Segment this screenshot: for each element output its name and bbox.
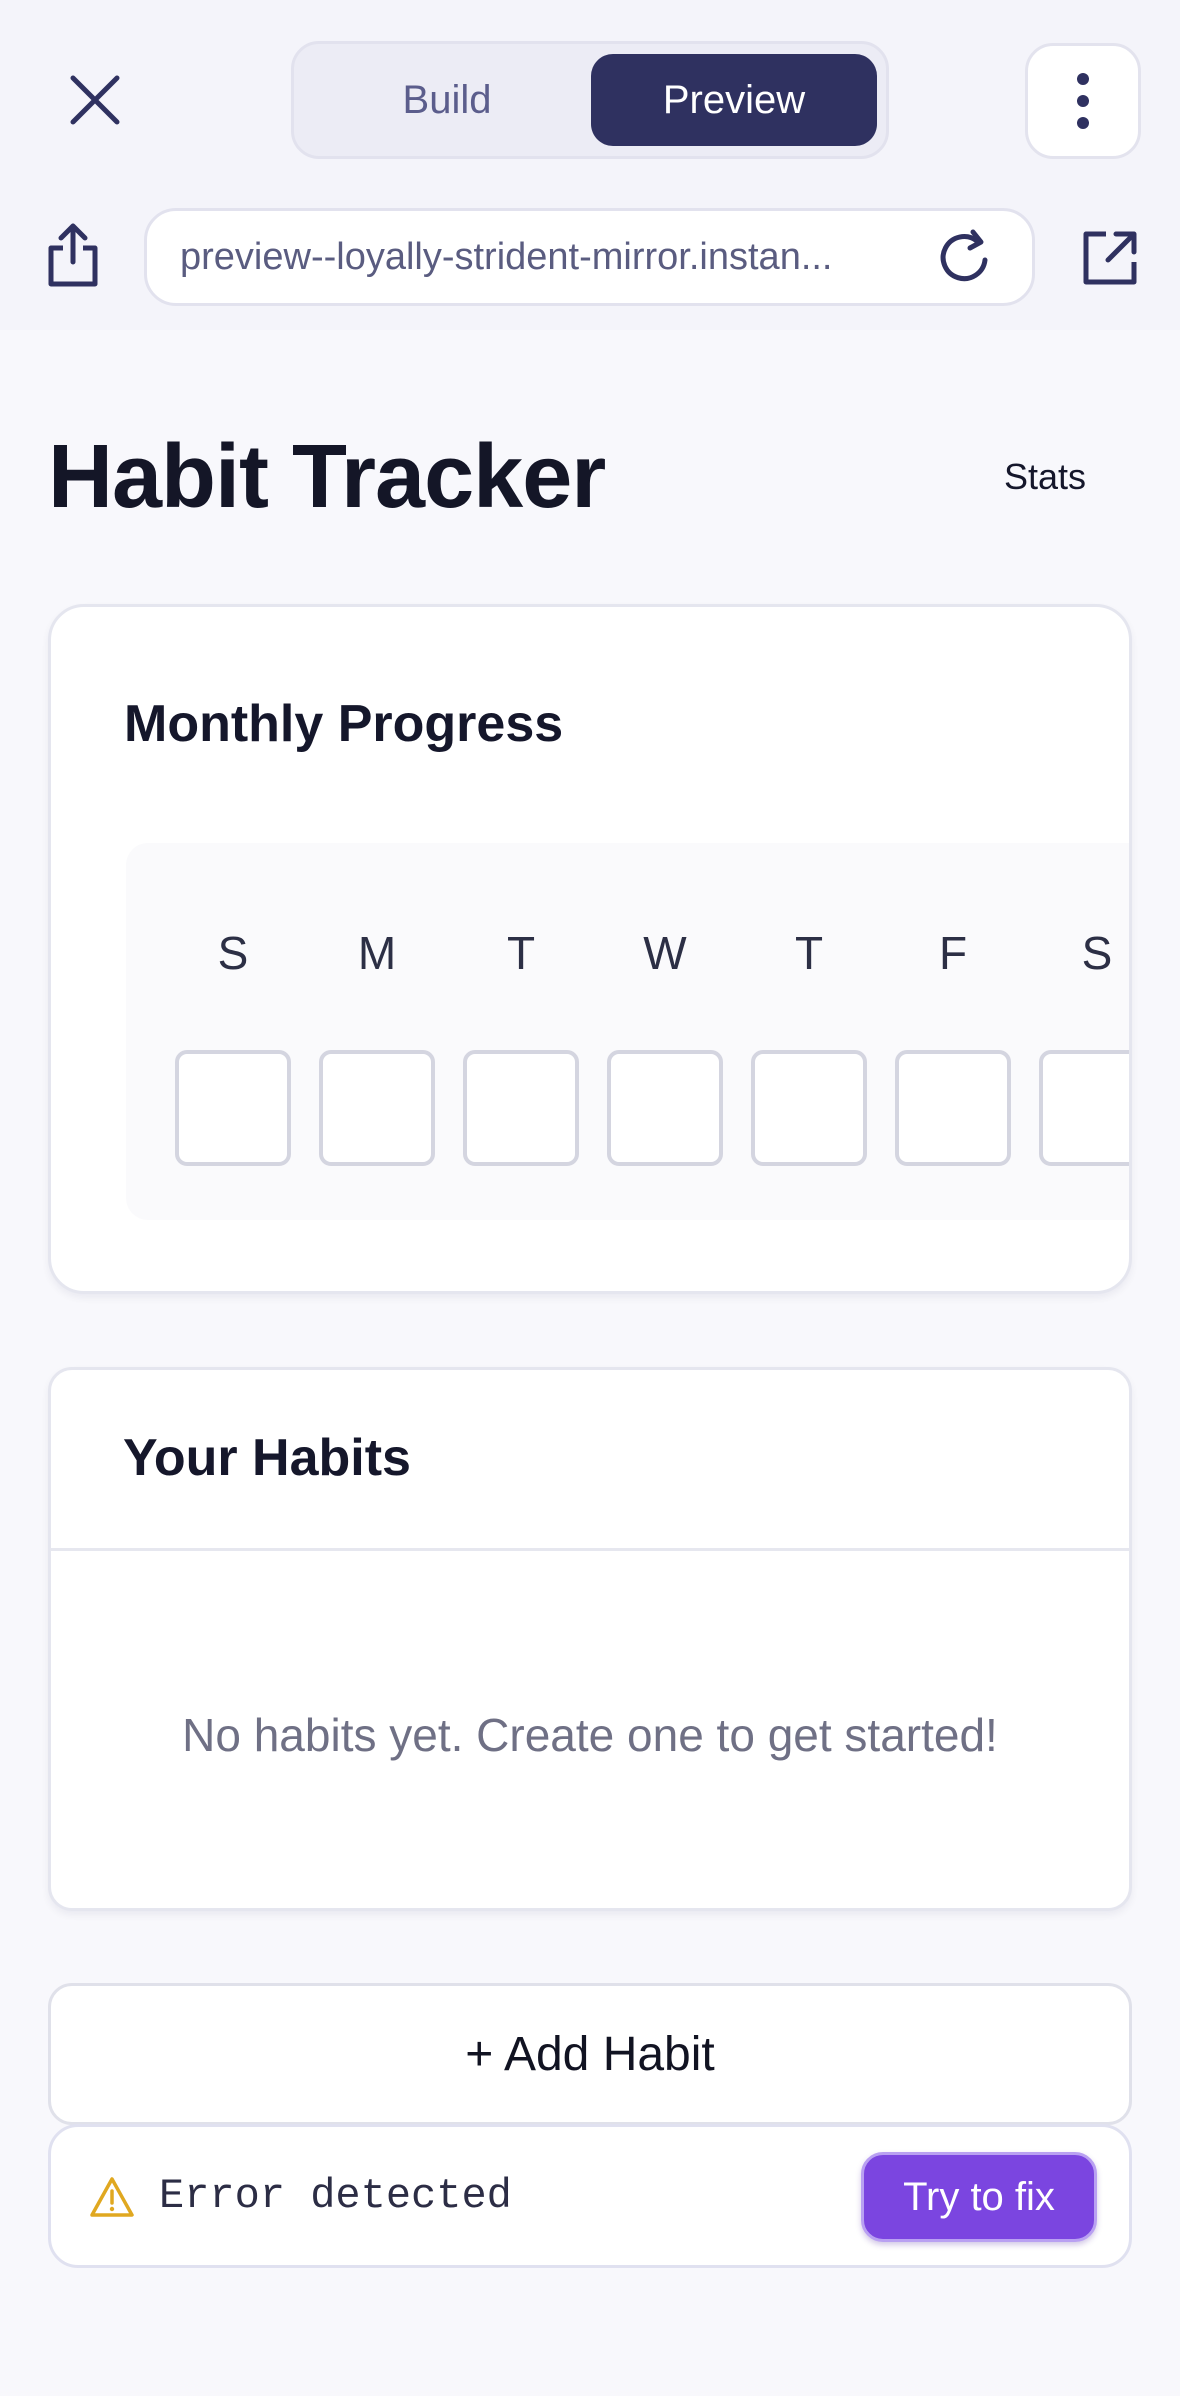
- calendar-day-cell[interactable]: [175, 1050, 291, 1166]
- try-to-fix-button[interactable]: Try to fix: [861, 2152, 1097, 2242]
- mode-switch: Build Preview: [291, 41, 889, 159]
- calendar-day-cell[interactable]: [319, 1050, 435, 1166]
- more-menu-button[interactable]: [1025, 43, 1141, 159]
- weekday-label: S: [1081, 927, 1113, 979]
- external-link-icon: [1083, 231, 1137, 285]
- calendar-day-cell[interactable]: [607, 1050, 723, 1166]
- monthly-progress-card: Monthly Progress S M T W T F S: [48, 604, 1132, 1294]
- close-icon: [70, 75, 120, 125]
- habits-title: Your Habits: [123, 1429, 411, 1487]
- weekday-label: T: [506, 927, 536, 979]
- open-external-button[interactable]: [1072, 220, 1148, 296]
- empty-state-message: No habits yet. Create one to get started…: [182, 1709, 998, 1761]
- monthly-progress-title: Monthly Progress: [124, 695, 564, 753]
- page-title: Habit Tracker: [48, 427, 606, 527]
- url-text: preview--loyally-strident-mirror.instan.…: [180, 236, 833, 278]
- more-vertical-icon: [1077, 73, 1089, 129]
- share-icon: [48, 223, 98, 287]
- weekday-label: M: [357, 927, 397, 979]
- calendar-day-cell[interactable]: [1039, 1050, 1129, 1166]
- weekday-label: S: [217, 927, 249, 979]
- habits-card: Your Habits No habits yet. Create one to…: [48, 1367, 1132, 1911]
- browser-toolbar: Build Preview preview--loyally-strident-…: [0, 0, 1180, 330]
- reload-button[interactable]: [932, 225, 998, 291]
- url-bar[interactable]: preview--loyally-strident-mirror.instan.…: [144, 208, 1035, 306]
- close-button[interactable]: [50, 55, 140, 145]
- error-message: Error detected: [159, 2172, 512, 2220]
- weekday-label: W: [643, 927, 687, 979]
- calendar-day-cell[interactable]: [463, 1050, 579, 1166]
- reload-icon: [940, 229, 988, 282]
- weekday-label: F: [938, 927, 968, 979]
- calendar-day-cell[interactable]: [895, 1050, 1011, 1166]
- warning-icon: [90, 2177, 134, 2217]
- calendar-day-cell[interactable]: [751, 1050, 867, 1166]
- weekday-label: T: [794, 927, 824, 979]
- error-banner: Error detected Try to fix: [48, 2124, 1132, 2268]
- calendar-grid: S M T W T F S: [126, 843, 1129, 1220]
- divider: [51, 1548, 1129, 1551]
- add-habit-button[interactable]: + Add Habit: [48, 1983, 1132, 2125]
- tab-preview[interactable]: Preview: [591, 54, 877, 146]
- stats-link[interactable]: Stats: [1004, 452, 1086, 502]
- tab-build[interactable]: Build: [302, 54, 592, 146]
- share-button[interactable]: [38, 215, 108, 295]
